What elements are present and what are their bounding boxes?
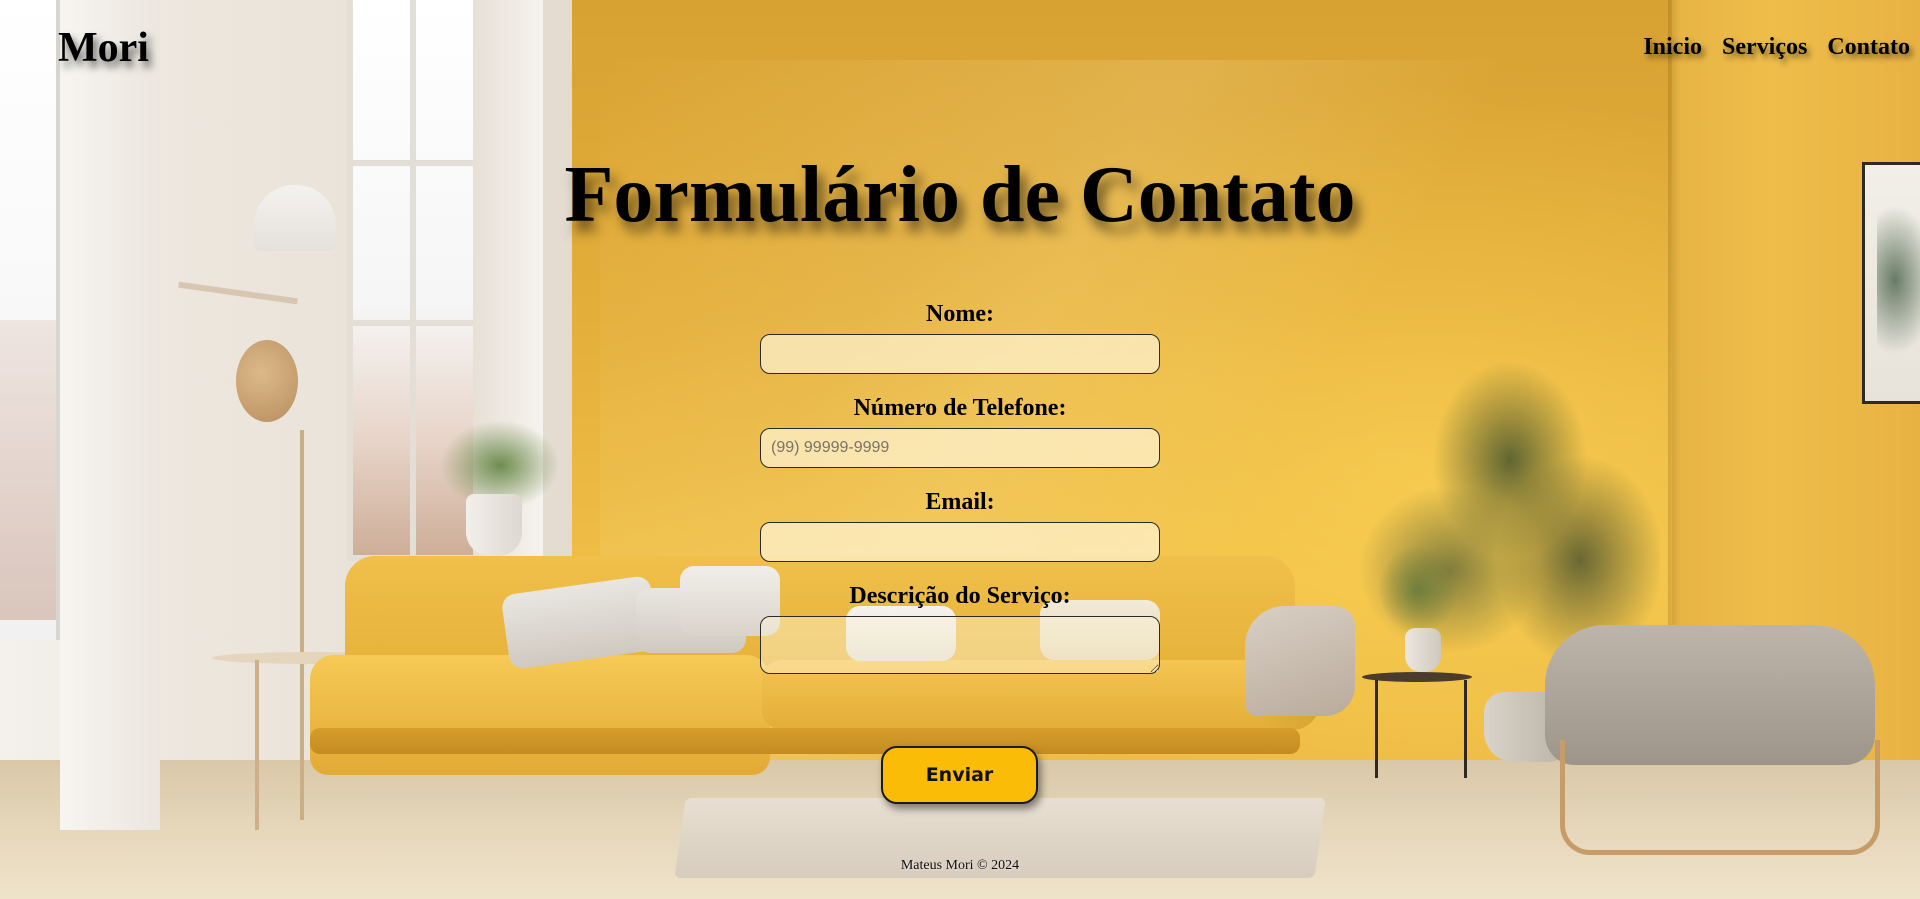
armchair-frame: [1560, 740, 1880, 855]
phone-input[interactable]: [760, 428, 1160, 468]
description-textarea[interactable]: [760, 616, 1160, 674]
site-header: Mori Inicio Serviços Contato: [0, 0, 1920, 100]
small-plant: [1378, 545, 1458, 635]
page-title: Formulário de Contato: [564, 151, 1356, 239]
phone-label: Número de Telefone:: [853, 395, 1067, 421]
main-nav: Inicio Serviços Contato: [1643, 34, 1910, 61]
site-logo[interactable]: Mori: [58, 24, 149, 72]
window-plant-pot: [466, 494, 522, 556]
email-input[interactable]: [760, 522, 1160, 562]
submit-button[interactable]: Enviar: [881, 746, 1038, 804]
sofa-throw-blanket: [1245, 606, 1355, 716]
description-label: Descrição do Serviço:: [849, 583, 1071, 609]
nav-link-inicio[interactable]: Inicio: [1643, 34, 1702, 61]
nav-link-servicos[interactable]: Serviços: [1722, 34, 1807, 61]
side-table-leg: [255, 660, 259, 830]
name-input[interactable]: [760, 334, 1160, 374]
wall-decoration: [236, 340, 298, 422]
footer-copyright: Mateus Mori © 2024: [900, 858, 1020, 873]
name-label: Nome:: [926, 301, 994, 327]
small-vase: [1405, 628, 1441, 672]
lamp-pole: [300, 430, 304, 820]
round-side-table-legs: [1375, 680, 1467, 778]
email-label: Email:: [925, 489, 995, 515]
wall-pillar: [60, 0, 160, 830]
nav-link-contato[interactable]: Contato: [1827, 34, 1910, 61]
sofa-chaise: [310, 655, 770, 775]
sofa-base: [310, 728, 1300, 754]
contact-form: Nome: Número de Telefone: Email: Descriç…: [760, 296, 1160, 674]
